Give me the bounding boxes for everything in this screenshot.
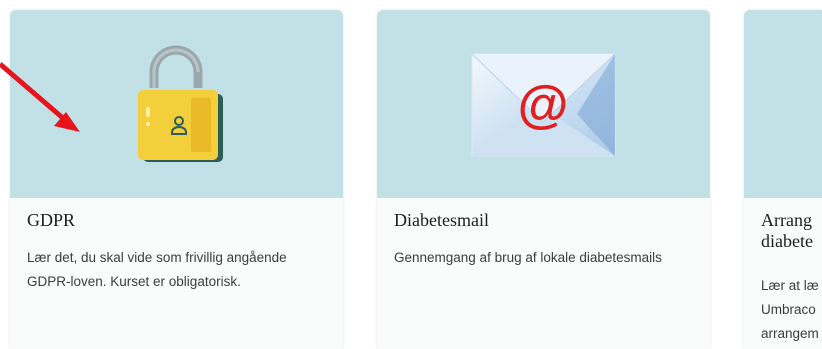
card-description: Lær det, du skal vide som frivillig angå…	[27, 250, 287, 289]
red-arrow-icon	[0, 62, 80, 132]
card-image: @	[377, 10, 710, 198]
at-symbol: @	[518, 76, 569, 134]
card-description: Lær at læ Umbraco arrangem	[761, 278, 819, 341]
email-envelope-icon: @	[471, 53, 616, 157]
card-description: Gennemgang af brug af lokale diabetesmai…	[394, 250, 662, 265]
course-card-diabetesmail[interactable]: @ Diabetesmail Gennemgang af brug af lok…	[377, 10, 710, 349]
card-image	[744, 10, 822, 198]
card-title[interactable]: Arrang diabete	[761, 210, 821, 252]
course-card-arrangement[interactable]: Arrang diabete Lær at læ Umbraco arrange…	[744, 10, 822, 349]
card-title[interactable]: Diabetesmail	[394, 210, 700, 231]
card-title[interactable]: GDPR	[27, 210, 333, 231]
